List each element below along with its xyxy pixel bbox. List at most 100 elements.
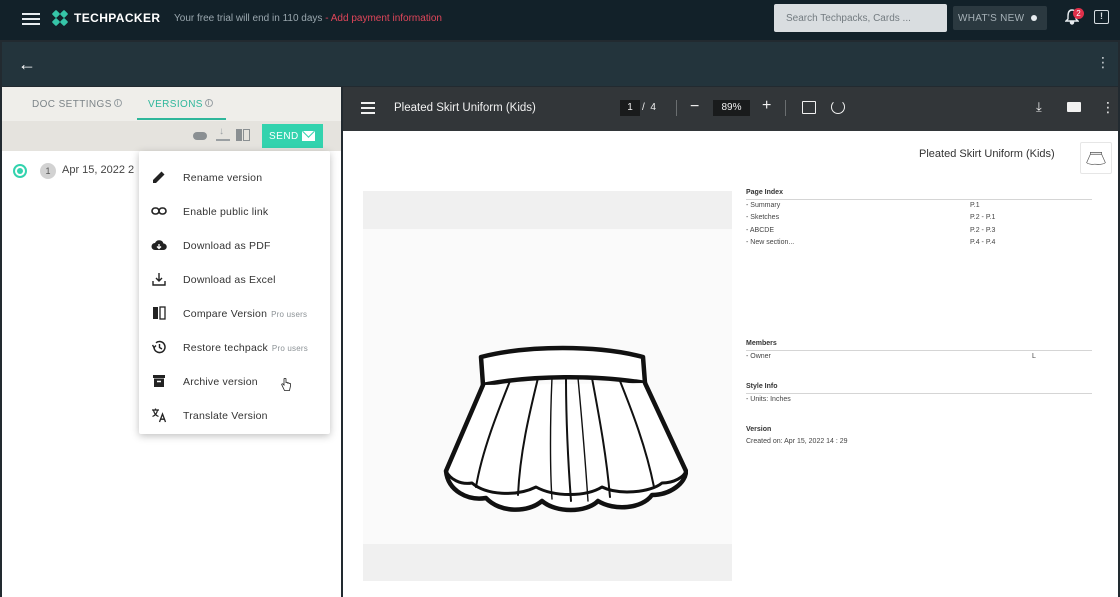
pro-badge: Pro users — [271, 310, 308, 319]
pencil-icon — [153, 171, 165, 183]
menu-item-label: Compare Version Pro users — [183, 308, 307, 320]
tab-doc-settings-label: DOC SETTINGS — [32, 99, 112, 110]
pleated-skirt-sketch — [443, 345, 688, 513]
rotate-icon[interactable] — [831, 100, 845, 114]
search-input[interactable]: Search Techpacks, Cards ... — [774, 4, 947, 32]
menu-item-label: Translate Version — [183, 410, 268, 422]
version-number: 1 — [40, 163, 56, 179]
pro-badge: Pro users — [271, 344, 308, 353]
feedback-icon[interactable]: ! — [1094, 10, 1109, 24]
tab-doc-settings[interactable]: DOC SETTINGS i — [32, 99, 122, 110]
envelope-icon — [302, 131, 315, 141]
download-icon[interactable]: ⤓ — [1036, 99, 1042, 115]
trial-text: Your free trial will end in 110 days — [174, 13, 323, 24]
tab-versions-label: VERSIONS — [148, 99, 203, 110]
row-name: - Owner — [746, 353, 771, 360]
translate-icon — [152, 408, 167, 423]
toolbar-divider — [676, 100, 677, 116]
version-actions-menu: Rename version Enable public link Downlo… — [139, 151, 330, 434]
history-icon — [151, 340, 166, 354]
tab-versions[interactable]: VERSIONS i — [148, 99, 213, 110]
sub-header: ← ⋮ — [2, 42, 1118, 86]
page-count: / 4 — [642, 102, 656, 113]
menu-item-label: Archive version — [183, 376, 258, 388]
menu-item-archive[interactable]: Archive version — [139, 360, 330, 394]
row-page: P.1 — [970, 202, 980, 209]
menu-item-label: Download as Excel — [183, 274, 276, 286]
row-name: - Sketches — [746, 214, 780, 221]
logo-icon — [51, 9, 69, 27]
page-index-row: - ABCDE P.2 - P.3 — [746, 227, 1092, 234]
info-icon[interactable]: i — [204, 99, 213, 107]
menu-item-download-excel[interactable]: Download as Excel — [139, 258, 330, 292]
add-payment-link[interactable]: Add payment information — [331, 13, 442, 24]
menu-item-label: Rename version — [183, 172, 263, 184]
whats-new-button[interactable]: WHAT'S NEW — [953, 6, 1047, 30]
send-button[interactable]: SEND — [262, 124, 323, 148]
pdf-toolbar: Pleated Skirt Uniform (Kids) 1 / 4 − 89%… — [343, 87, 1118, 131]
info-icon[interactable]: i — [113, 99, 122, 107]
zoom-in-icon[interactable]: + — [762, 97, 771, 115]
sketch-image-frame — [363, 191, 732, 581]
page-number-input[interactable]: 1 — [620, 100, 640, 116]
top-nav-bar: TECHPACKER Your free trial will end in 1… — [0, 0, 1120, 40]
total-pages: 4 — [650, 102, 656, 113]
menu-item-download-pdf[interactable]: Download as PDF — [139, 224, 330, 258]
page-separator: / — [642, 102, 645, 113]
more-options-icon[interactable]: ⋮ — [1096, 54, 1110, 71]
members-row: - Owner L — [746, 353, 1092, 360]
print-icon[interactable] — [1067, 102, 1081, 112]
back-arrow-icon[interactable]: ← — [18, 55, 36, 73]
section-divider — [746, 350, 1092, 351]
version-created: Created on: Apr 15, 2022 14 : 29 — [746, 438, 848, 445]
pdf-viewer: Pleated Skirt Uniform (Kids) 1 / 4 − 89%… — [343, 87, 1118, 597]
brand-name: TECHPACKER — [74, 11, 161, 25]
version-created-row: Created on: Apr 15, 2022 14 : 29 — [746, 438, 1092, 445]
row-name: - New section... — [746, 239, 795, 246]
cloud-download-icon — [151, 240, 167, 250]
compare-icon — [153, 306, 166, 320]
document-title: Pleated Skirt Uniform (Kids) — [919, 148, 1055, 160]
version-radio[interactable] — [13, 164, 27, 178]
menu-item-label: Restore techpack Pro users — [183, 342, 308, 354]
menu-item-translate[interactable]: Translate Version — [139, 394, 330, 428]
zoom-level-input[interactable]: 89% — [713, 100, 750, 116]
row-page: P.2 - P.1 — [970, 214, 996, 221]
pdf-title: Pleated Skirt Uniform (Kids) — [394, 102, 536, 114]
row-name: - ABCDE — [746, 227, 775, 234]
more-options-icon[interactable]: ⋮ — [1101, 99, 1115, 116]
section-divider — [746, 199, 1092, 200]
row-page: P.2 - P.3 — [970, 227, 996, 234]
trial-notice: Your free trial will end in 110 days - A… — [174, 13, 442, 24]
download-icon[interactable] — [216, 126, 230, 141]
menu-icon[interactable] — [22, 11, 40, 27]
compare-icon[interactable] — [236, 129, 250, 141]
pdf-page: Pleated Skirt Uniform (Kids) Page Index … — [343, 131, 1118, 597]
members-heading: Members — [746, 340, 777, 347]
page-index-heading: Page Index — [746, 189, 783, 196]
menu-item-compare[interactable]: Compare Version Pro users — [139, 292, 330, 326]
cloud-upload-icon[interactable] — [193, 129, 207, 141]
menu-item-restore[interactable]: Restore techpack Pro users — [139, 326, 330, 360]
menu-item-label: Download as PDF — [183, 240, 271, 252]
archive-icon — [153, 375, 165, 387]
hand-cursor-icon — [281, 378, 291, 391]
panel-tabs: DOC SETTINGS i VERSIONS i — [2, 87, 341, 121]
menu-item-public-link[interactable]: Enable public link — [139, 190, 330, 224]
trial-separator: - — [322, 13, 331, 24]
version-heading: Version — [746, 426, 772, 433]
section-divider — [746, 393, 1092, 394]
new-indicator-dot — [1031, 15, 1037, 21]
fit-page-icon[interactable] — [802, 101, 816, 114]
active-tab-indicator — [137, 118, 226, 120]
brand-logo[interactable]: TECHPACKER — [51, 9, 161, 27]
page-index-row: - New section... P.4 - P.4 — [746, 239, 1092, 246]
menu-icon[interactable] — [361, 102, 375, 114]
page-index-row: - Summary P.1 — [746, 202, 1092, 209]
notification-badge: 2 — [1073, 8, 1084, 19]
menu-item-rename[interactable]: Rename version — [139, 156, 330, 190]
versions-toolbar: SEND — [2, 121, 341, 151]
zoom-out-icon[interactable]: − — [690, 98, 699, 116]
send-label: SEND — [269, 131, 299, 142]
row-page: P.4 - P.4 — [970, 239, 996, 246]
